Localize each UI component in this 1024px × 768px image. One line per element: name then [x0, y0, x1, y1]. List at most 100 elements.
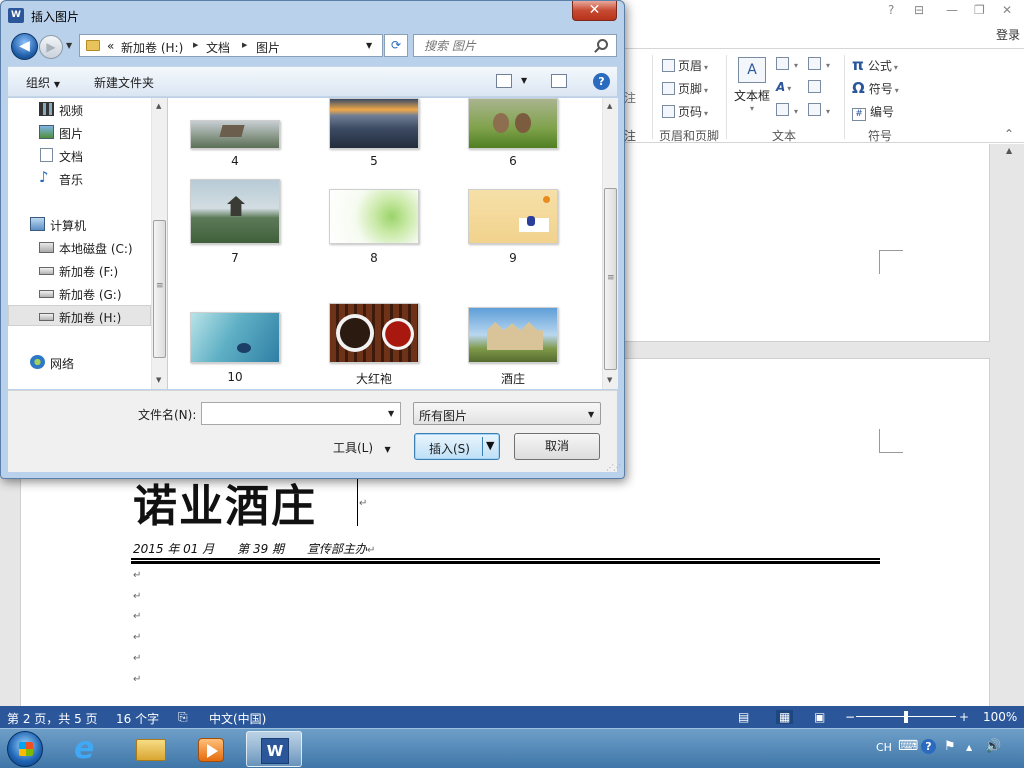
navigation-pane-scrollbar[interactable]: ▲ ≡ ▼ [151, 98, 167, 389]
wordart-button[interactable]: A ▾ [776, 80, 791, 94]
scroll-up-icon[interactable]: ▲ [1006, 146, 1012, 155]
taskbar-ie[interactable]: e [62, 731, 118, 767]
footer-button[interactable]: 页脚 ▾ [662, 80, 708, 97]
filename-dropdown-button[interactable]: ▼ [388, 409, 394, 418]
document-title[interactable]: 诺业酒庄 [133, 470, 317, 534]
scrollbar-thumb[interactable]: ≡ [604, 188, 617, 370]
insert-options-dropdown[interactable]: ▼ [486, 439, 494, 452]
dialog-close-button[interactable]: ✕ [572, 1, 617, 21]
breadcrumb-documents[interactable]: 文档 [206, 39, 230, 56]
back-button[interactable]: ◀ [11, 33, 38, 60]
collapse-ribbon-icon[interactable]: ⌃ [1004, 127, 1014, 141]
tools-button[interactable]: 工具(L) ▼ [333, 439, 391, 456]
action-center-flag-icon[interactable]: ⚑ [944, 739, 956, 754]
pi-icon: π [852, 56, 864, 74]
equation-button[interactable]: π 公式 ▾ [852, 56, 898, 74]
chevron-down-icon: ▾ [749, 104, 754, 113]
object-button[interactable]: ▾ [808, 103, 830, 117]
volume-icon[interactable]: 🔊 [985, 739, 1001, 754]
refresh-button[interactable]: ⟳ [384, 34, 408, 57]
breadcrumb-pictures[interactable]: 图片 [256, 39, 280, 56]
breadcrumb-separator[interactable]: ▶ [242, 41, 247, 49]
help-icon[interactable]: ? [888, 3, 894, 17]
close-icon: ✕ [588, 2, 601, 18]
nav-item-drive-c[interactable]: 本地磁盘 (C:) [8, 237, 151, 258]
nav-item-videos[interactable]: 视频 [8, 99, 151, 120]
header-button[interactable]: 页眉 ▾ [662, 57, 708, 74]
insert-button[interactable]: 插入(S) ▼ [414, 433, 500, 460]
login-link[interactable]: 登录 [996, 26, 1020, 43]
nav-item-documents[interactable]: 文档 [8, 145, 151, 166]
new-folder-button[interactable]: 新建文件夹 [94, 74, 154, 91]
symbol-button[interactable]: Ω 符号 ▾ [852, 79, 899, 97]
recent-locations-dropdown[interactable]: ▼ [66, 41, 72, 50]
nav-item-drive-g[interactable]: 新加卷 (G:) [8, 283, 151, 304]
search-icon[interactable] [597, 39, 608, 50]
scroll-down-icon[interactable]: ▼ [156, 376, 161, 384]
date-time-button[interactable] [808, 80, 824, 94]
scroll-down-icon[interactable]: ▼ [607, 376, 612, 384]
print-layout-icon[interactable]: ▦ [776, 710, 794, 724]
word-titlebar: ? ⊟ — ❐ ✕ [620, 0, 1024, 24]
zoom-in-button[interactable]: + [959, 710, 969, 724]
show-hidden-icons[interactable]: ▲ [966, 743, 972, 752]
address-bar[interactable]: « 新加卷 (H:) ▶ 文档 ▶ 图片 ▼ [79, 34, 383, 57]
taskbar-word[interactable]: W [246, 731, 302, 767]
word-count[interactable]: 16 个字 [116, 710, 159, 727]
keyboard-icon[interactable]: ⌨ [898, 738, 918, 754]
scrollbar-thumb[interactable]: ≡ [153, 220, 166, 358]
scroll-up-icon[interactable]: ▲ [607, 102, 612, 110]
nav-item-pictures[interactable]: 图片 [8, 122, 151, 143]
nav-item-computer[interactable]: 计算机 [8, 214, 151, 235]
proofing-icon[interactable]: ⎘ [178, 710, 188, 725]
zoom-out-button[interactable]: − [845, 710, 855, 724]
input-language-indicator[interactable]: CH [876, 741, 892, 754]
zoom-slider-thumb[interactable] [904, 711, 908, 723]
chevron-down-icon: ▼ [588, 410, 595, 419]
start-button[interactable] [7, 731, 43, 767]
page-number-button[interactable]: 页码 ▾ [662, 103, 708, 120]
filename-input[interactable] [201, 402, 401, 425]
nav-item-drive-h[interactable]: 新加卷 (H:) [8, 305, 151, 326]
preview-pane-icon[interactable] [551, 74, 567, 88]
split-divider [482, 437, 483, 456]
scroll-up-icon[interactable]: ▲ [156, 102, 161, 110]
change-view-icon[interactable] [496, 74, 512, 88]
file-list-scrollbar[interactable]: ▲ ≡ ▼ [602, 98, 618, 389]
cancel-button[interactable]: 取消 [514, 433, 600, 460]
drop-cap-button[interactable]: ▾ [776, 103, 798, 117]
help-tray-icon[interactable]: ? [921, 739, 936, 754]
quick-parts-button[interactable]: ▾ [776, 57, 798, 71]
thumbnail-detail [543, 196, 550, 203]
read-mode-icon[interactable]: ▤ [738, 710, 749, 724]
dialog-titlebar[interactable]: W 插入图片 [1, 1, 624, 29]
text-box-button[interactable]: A 文本框 ▾ [732, 57, 772, 121]
numbering-button[interactable]: # 编号 [852, 103, 894, 121]
search-input[interactable] [413, 34, 617, 57]
nav-item-music[interactable]: ♪ 音乐 [8, 168, 151, 189]
ribbon-display-icon[interactable]: ⊟ [914, 3, 924, 17]
breadcrumb-drive[interactable]: 新加卷 (H:) [121, 39, 183, 56]
resize-grip-icon[interactable]: ⋰⋰ [606, 463, 621, 472]
nav-item-network[interactable]: 网络 [8, 352, 151, 373]
restore-icon[interactable]: ❐ [974, 3, 985, 17]
taskbar-explorer[interactable] [124, 731, 180, 767]
address-dropdown-button[interactable]: ▼ [366, 41, 372, 50]
view-options-dropdown[interactable]: ▼ [521, 76, 527, 85]
close-icon[interactable]: ✕ [1002, 3, 1012, 17]
forward-button[interactable]: ▶ [39, 35, 63, 59]
taskbar-media-player[interactable] [184, 731, 240, 767]
web-layout-icon[interactable]: ▣ [814, 710, 825, 724]
signature-line-button[interactable]: ▾ [808, 57, 830, 71]
language-indicator[interactable]: 中文(中国) [209, 710, 266, 727]
minimize-icon[interactable]: — [946, 3, 958, 17]
help-icon[interactable]: ? [593, 73, 610, 90]
page-count[interactable]: 第 2 页，共 5 页 [7, 710, 98, 727]
breadcrumb-separator[interactable]: ▶ [193, 41, 198, 49]
nav-item-drive-f[interactable]: 新加卷 (F:) [8, 260, 151, 281]
zoom-level[interactable]: 100% [983, 710, 1017, 724]
organize-button[interactable]: 组织 ▼ [26, 74, 60, 91]
address-overflow-button[interactable]: « [107, 39, 114, 53]
document-subtitle[interactable]: 2015 年 01 月 第 39 期 宣传部主办↵ [133, 540, 375, 557]
file-type-select[interactable]: 所有图片 ▼ [413, 402, 601, 425]
